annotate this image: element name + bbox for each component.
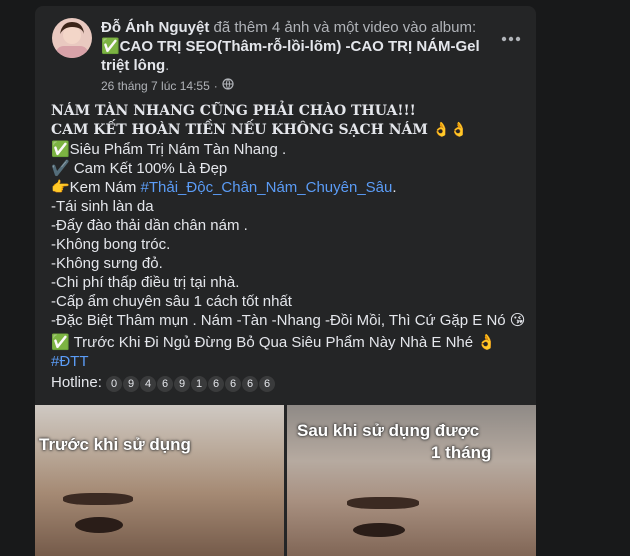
- hotline-digit: 9: [174, 376, 191, 392]
- product-prefix: 👉Kem Nám: [51, 179, 141, 196]
- post-header: Đỗ Ánh Nguyệt đã thêm 4 ảnh và một video…: [101, 18, 481, 75]
- eyebrow-shape: [63, 493, 133, 505]
- post-timestamp[interactable]: 26 tháng 7 lúc 14:55: [101, 79, 210, 93]
- before-label: Trước khi sử dụng: [39, 435, 191, 454]
- hotline-digit: 6: [225, 376, 242, 392]
- body-line: -Không bong tróc.: [51, 236, 171, 253]
- body-line: -Đẩy đào thải dần chân nám .: [51, 217, 248, 234]
- body-line: ✅Siêu Phẩm Trị Nám Tàn Nhang .: [51, 141, 287, 158]
- meta-separator: ·: [213, 78, 218, 93]
- body-line: -Đặc Biệt Thâm mụn . Nám -Tàn -Nhang -Đồ…: [51, 312, 526, 329]
- before-photo[interactable]: Trước khi sử dụng: [35, 405, 284, 556]
- eye-shape: [353, 523, 405, 537]
- body-line: -Cấp ẩm chuyên sâu 1 cách tốt nhất: [51, 293, 292, 310]
- headline-2: CAM KẾT HOÀN TIỀN NẾU KHÔNG SẠCH NÁM 👌👌: [51, 122, 468, 138]
- body-line: ✔️ Cam Kết 100% Là Đẹp: [51, 160, 228, 177]
- eyebrow-shape: [347, 497, 419, 509]
- author-name[interactable]: Đỗ Ánh Nguyệt: [101, 19, 209, 36]
- album-period: .: [165, 57, 170, 74]
- post-action: đã thêm 4 ảnh và một video vào album:: [209, 19, 477, 36]
- album-title[interactable]: ✅CAO TRỊ SẸO(Thâm-rỗ-lồi-lõm) -CAO TRỊ N…: [101, 38, 480, 55]
- product-suffix: .: [392, 179, 397, 196]
- hotline-digit: 6: [208, 376, 225, 392]
- hotline-digit: 6: [242, 376, 259, 392]
- post-meta: 26 tháng 7 lúc 14:55 ·: [101, 78, 234, 93]
- hotline-digit: 1: [191, 376, 208, 392]
- globe-icon: [222, 78, 234, 93]
- headline-1: NÁM TÀN NHANG CŨNG PHẢI CHÀO THUA!!!: [51, 103, 416, 119]
- body-line: -Chi phí thấp điều trị tại nhà.: [51, 274, 240, 291]
- eye-shape: [75, 517, 123, 533]
- body-line: -Tái sinh làn da: [51, 198, 154, 215]
- after-label-line2: 1 tháng: [431, 443, 492, 462]
- photo-grid: Trước khi sử dụng Sau khi sử dụng được 1…: [35, 405, 536, 556]
- hotline-digit: 0: [106, 376, 123, 392]
- body-line: ✅ Trước Khi Đi Ngủ Đừng Bỏ Qua Siêu Phẩm…: [51, 334, 496, 351]
- album-title-cont[interactable]: triệt lông: [101, 57, 165, 74]
- hotline-line: Hotline: 0946916666: [51, 373, 521, 392]
- after-label-line1: Sau khi sử dụng được: [297, 421, 480, 440]
- avatar[interactable]: [52, 18, 92, 58]
- hotline-number: 0946916666: [106, 374, 276, 392]
- right-background: [536, 0, 630, 556]
- hotline-digit: 4: [140, 376, 157, 392]
- hashtag-link[interactable]: #Thải_Độc_Chân_Nám_Chuyên_Sâu: [141, 179, 393, 196]
- post-card: Đỗ Ánh Nguyệt đã thêm 4 ảnh và một video…: [35, 6, 536, 556]
- body-line-product: 👉Kem Nám #Thải_Độc_Chân_Nám_Chuyên_Sâu.: [51, 178, 521, 197]
- hotline-label: Hotline:: [51, 374, 107, 391]
- hotline-digit: 9: [123, 376, 140, 392]
- hotline-digit: 6: [259, 376, 276, 392]
- hotline-digit: 6: [157, 376, 174, 392]
- after-photo[interactable]: Sau khi sử dụng được 1 tháng: [287, 405, 536, 556]
- more-options-icon[interactable]: [496, 24, 526, 54]
- post-body: NÁM TÀN NHANG CŨNG PHẢI CHÀO THUA!!! CAM…: [51, 102, 526, 392]
- hashtag-link-dtt[interactable]: #ĐTT: [51, 352, 521, 371]
- body-line: -Không sưng đỏ.: [51, 255, 163, 272]
- left-background: [0, 0, 35, 556]
